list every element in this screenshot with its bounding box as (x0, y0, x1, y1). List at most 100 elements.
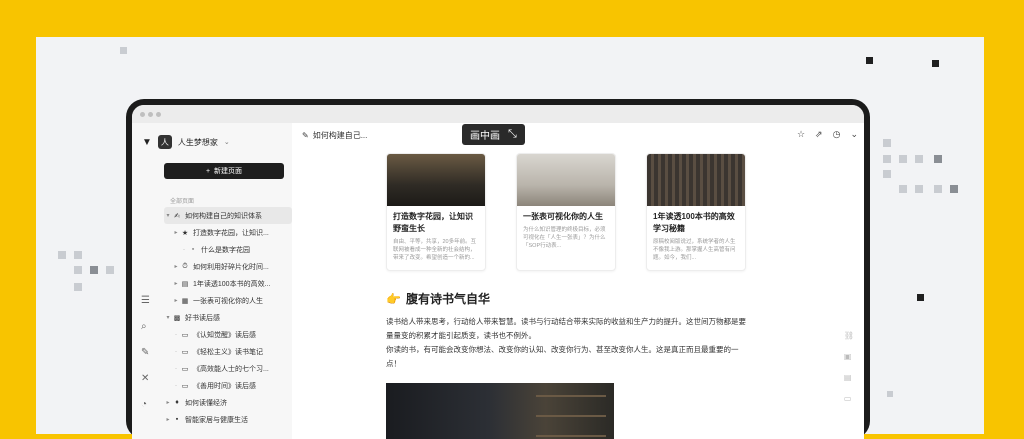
tree-item[interactable]: ▸ ▦ 一张表可视化你的人生 (164, 292, 292, 309)
decor-pixel (883, 170, 891, 178)
paragraph: 读书给人带来思考，行动给人带来智慧。读书与行动结合带来实际的收益和生产力的提升。… (386, 317, 746, 340)
decor-pixel (74, 251, 82, 259)
decor-pixel (899, 185, 907, 193)
pip-label: 画中画 (470, 131, 500, 142)
item-icon: ▪ (175, 416, 179, 423)
tree-item-label: 如何利用好碎片化时间... (193, 263, 269, 271)
comment-icon[interactable]: ▭ (844, 394, 854, 415)
linked-page-card[interactable]: 一张表可视化你的人生 为什么知识管理的终极目标，必须可视化在「人生一张表」？为什… (516, 153, 616, 271)
laptop-frame: ▼ 人 人生梦想家 ⌄ + 新建页面 全部页面 ☰ ⌕ ✎ ✕ ◔ ▾ ✍ 如何构建… (126, 99, 870, 439)
tree-item[interactable]: · ▭ 《认知觉醒》读后感 (164, 326, 292, 343)
tree-item-label: 什么是数字花园 (201, 246, 250, 254)
pointing-hand-icon: 👉 (386, 291, 401, 306)
tree-item-label: 1年读透100本书的高效... (193, 280, 271, 288)
caret-right-icon[interactable]: ▸ (164, 416, 172, 423)
workspace-switcher[interactable]: ▼ 人 人生梦想家 ⌄ (142, 133, 230, 151)
section-label: 全部页面 (170, 199, 195, 205)
chevron-down-icon: ⌄ (223, 139, 230, 146)
library-photo (386, 383, 614, 439)
tree-item-label: 《认知觉醒》读后感 (193, 331, 256, 339)
brush-icon[interactable]: ✎ (141, 347, 149, 358)
caret-down-icon[interactable]: ▾ (164, 212, 172, 219)
share-icon[interactable]: ⇗ (815, 129, 823, 140)
image-icon[interactable]: ▤ (844, 373, 854, 394)
link-icon[interactable]: ⛓ (844, 331, 854, 352)
caret-right-icon[interactable]: ▸ (172, 297, 180, 304)
tools-icon[interactable]: ✕ (141, 373, 149, 384)
more-icon[interactable]: ⌄ (850, 129, 858, 140)
decor-pixel (915, 185, 923, 193)
decor-pixel (932, 60, 939, 67)
breadcrumb[interactable]: ✎ 如何构建自己... (302, 130, 367, 141)
card-description: 为什么知识管理的终极目标，必须可视化在「人生一张表」？为什么「SOP行动表... (523, 227, 606, 249)
star-icon[interactable]: ☆ (797, 129, 805, 140)
decor-shelf (536, 415, 606, 417)
tree-item-label: 智能家居与健康生活 (185, 416, 248, 424)
tree-item[interactable]: ▸ ⏱ 如何利用好碎片化时间... (164, 258, 292, 275)
decor-shelf (536, 435, 606, 437)
picture-in-picture-badge[interactable]: 画中画 ⤡ (462, 124, 525, 145)
linked-page-card[interactable]: 1年读透100本书的高效学习秘籍 原稿校阅版说过，系统学者的人生不像我上游。那掌… (646, 153, 746, 271)
bell-icon[interactable]: ◔ (141, 399, 147, 410)
caret-right-icon[interactable]: ▸ (172, 229, 180, 236)
caret-down-icon[interactable]: ▾ (164, 314, 172, 321)
workspace-avatar: 人 (157, 135, 172, 149)
tree-item[interactable]: · ▭ 《高效能人士的七个习... (164, 360, 292, 377)
item-icon: ▤ (181, 280, 189, 288)
item-icon: ▭ (181, 348, 189, 356)
section-heading: 👉 腹有诗书气自华 (386, 290, 490, 307)
decor-pixel (120, 47, 127, 54)
decor-shelf (536, 395, 606, 397)
linked-page-card[interactable]: 打造数字花园，让知识野蛮生长 自由、平等，共享，20多年前。互联网被看成一种全新… (386, 153, 486, 271)
tree-item[interactable]: · ▭ 《善用时间》读后感 (164, 377, 292, 394)
caret-right-icon[interactable]: ▸ (172, 280, 180, 287)
decor-pixel (915, 155, 923, 163)
tree-item-label: 《轻松主义》读书笔记 (193, 348, 263, 356)
decor-pixel (866, 57, 873, 64)
decor-pixel (917, 294, 924, 301)
pen-icon: ✎ (302, 131, 309, 140)
tree-item[interactable]: ▸ ★ 打造数字花园，让知识... (164, 224, 292, 241)
caret-right-icon[interactable]: ▸ (164, 399, 172, 406)
item-icon: ▫ (191, 246, 195, 253)
window-control-dot[interactable] (148, 112, 153, 117)
tree-item-label: 《高效能人士的七个习... (193, 365, 269, 373)
item-icon: ▭ (181, 331, 189, 339)
card-description: 自由、平等，共享，20多年前。互联网被看成一种全新的社会结构，带来了改变。希望创… (393, 239, 477, 261)
tree-item-label: 《善用时间》读后感 (193, 382, 256, 390)
tree-item[interactable]: ▸ ▪ 智能家居与健康生活 (164, 411, 292, 428)
decor-pixel (887, 391, 893, 397)
window-control-dot[interactable] (140, 112, 145, 117)
plus-icon: + (205, 167, 211, 175)
caret-right-icon[interactable]: ▸ (172, 263, 180, 270)
card-cover-image (647, 154, 745, 206)
tree-item[interactable]: ▸ ▤ 1年读透100本书的高效... (164, 275, 292, 292)
copy-icon[interactable]: ▣ (844, 352, 854, 373)
tree-item[interactable]: ▾ ✍ 如何构建自己的知识体系 (164, 207, 292, 224)
item-icon: ✍ (174, 212, 180, 220)
tree-item[interactable]: · ▭ 《轻松主义》读书笔记 (164, 343, 292, 360)
item-icon: ★ (181, 229, 189, 237)
tree-item-label: 如何构建自己的知识体系 (185, 212, 262, 220)
item-icon: ♦ (175, 399, 179, 406)
tree-item[interactable]: ▸ ♦ 如何读懂经济 (164, 394, 292, 411)
search-icon[interactable]: ⌕ (141, 321, 147, 332)
main-content: ✎ 如何构建自己... 画中画 ⤡ ☆ ⇗ ◷ ⌄ 打造数字花园，让知识野蛮生长… (292, 123, 864, 439)
window-control-dot[interactable] (156, 112, 161, 117)
history-icon[interactable]: ◷ (833, 129, 841, 140)
outline-icon[interactable]: ☰ (141, 295, 150, 306)
tree-item[interactable]: · ▫ 什么是数字花园 (164, 241, 292, 258)
card-cover-image (517, 154, 615, 206)
new-page-button[interactable]: + 新建页面 (164, 163, 284, 179)
item-icon: ▦ (181, 297, 189, 305)
bullet-icon: · (175, 348, 177, 355)
tree-item[interactable]: ▾ ▩ 好书读后感 (164, 309, 292, 326)
tree-item-label: 如何读懂经济 (185, 399, 227, 407)
decor-pixel (934, 155, 942, 163)
tree-item-label: 打造数字花园，让知识... (193, 229, 269, 237)
collapse-icon[interactable]: ⤡ (508, 128, 517, 141)
bullet-icon: · (183, 246, 185, 253)
decor-pixel (899, 155, 907, 163)
decor-pixel (934, 185, 942, 193)
toolbar: ☆ ⇗ ◷ ⌄ (797, 129, 858, 140)
